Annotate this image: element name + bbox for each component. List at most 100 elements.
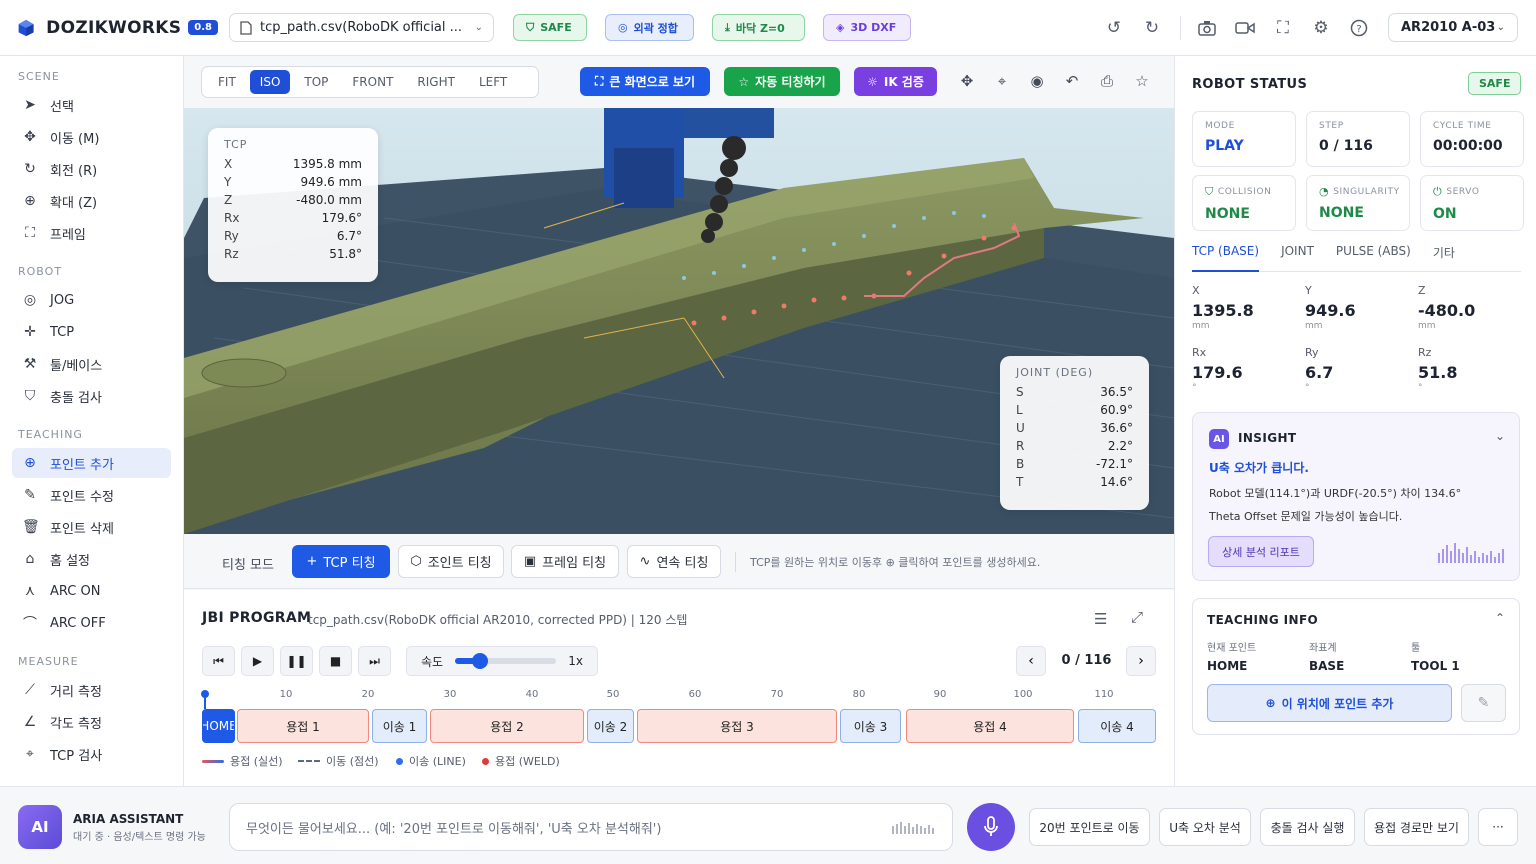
coord-tab-2[interactable]: PULSE (ABS) xyxy=(1336,242,1411,272)
snapshot-icon[interactable]: ⎙ xyxy=(1096,72,1118,94)
skip-back-button[interactable]: ⏮ xyxy=(202,646,235,676)
video-icon[interactable] xyxy=(1234,17,1256,39)
view-fit-button[interactable]: FIT xyxy=(208,70,246,94)
quick-action-3[interactable]: 용접 경로만 보기 xyxy=(1364,808,1469,846)
sidebar-item-2-0[interactable]: ⊕ 포인트 추가 xyxy=(12,448,171,478)
timeline-segment-0[interactable]: HOME xyxy=(202,709,235,743)
pause-button[interactable]: ❚❚ xyxy=(280,646,313,676)
chat-input[interactable]: 무엇이든 물어보세요... (예: '20번 포인트로 이동해줘', 'U축 오… xyxy=(229,803,953,851)
detail-report-button[interactable]: 상세 분석 리포트 xyxy=(1208,536,1314,567)
coord-unit: mm xyxy=(1418,321,1436,331)
speed-label: 속도 xyxy=(421,654,444,669)
status-chip-3[interactable]: ◈ 3D DXF xyxy=(823,14,911,41)
move-axis-icon[interactable]: ✥ xyxy=(956,72,978,94)
chevron-down-icon[interactable]: ⌄ xyxy=(1495,429,1505,443)
timeline-segment-5[interactable]: 용접 3 xyxy=(637,709,837,743)
redo-icon[interactable]: ↻ xyxy=(1141,17,1163,39)
skip-forward-button[interactable]: ⏭ xyxy=(358,646,391,676)
sidebar-item-2-4[interactable]: ⋏ ARC ON xyxy=(12,576,171,606)
view-right-button[interactable]: RIGHT xyxy=(407,70,465,94)
sidebar-item-3-1[interactable]: ∠ 각도 측정 xyxy=(12,707,171,737)
tcp-icon: ✛ xyxy=(24,324,36,340)
top-header: DOZIKWORKS 0.8 tcp_path.csv(RoboDK offic… xyxy=(0,0,1536,56)
status-card-label: MODE xyxy=(1205,121,1283,131)
sidebar-item-2-5[interactable]: ⌒ ARC OFF xyxy=(12,608,171,638)
sidebar-item-0-3[interactable]: ⊕ 확대 (Z) xyxy=(12,186,171,216)
favorite-icon[interactable]: ☆ xyxy=(1131,72,1153,94)
sidebar-item-1-2[interactable]: ⚒ 툴/베이스 xyxy=(12,349,171,379)
status-chip-0[interactable]: ⛉ SAFE xyxy=(513,14,587,41)
eye-icon[interactable]: ◉ xyxy=(1026,72,1048,94)
robot-selector[interactable]: AR2010 A-03 ⌄ xyxy=(1388,13,1518,42)
timeline-segment-7[interactable]: 용접 4 xyxy=(906,709,1074,743)
ik-verify-button[interactable]: ☼ IK 검증 xyxy=(854,67,937,96)
view-iso-button[interactable]: ISO xyxy=(249,70,291,94)
sidebar-item-3-2[interactable]: ⌖ TCP 검사 xyxy=(12,739,171,769)
sidebar-item-2-1[interactable]: ✎ 포인트 수정 xyxy=(12,480,171,510)
3d-viewport[interactable]: TCP X 1395.8 mm Y 949.6 mm Z -480.0 mm Rx 179.6… xyxy=(184,108,1174,534)
more-button[interactable]: ··· xyxy=(1478,808,1518,846)
crosshair-icon[interactable]: ⌖ xyxy=(991,72,1013,94)
sidebar-item-3-0[interactable]: ⟋ 거리 측정 xyxy=(12,675,171,705)
add-point-here-button[interactable]: ⊕ 이 위치에 포인트 추가 xyxy=(1207,684,1452,722)
sidebar-item-0-0[interactable]: ➤ 선택 xyxy=(12,90,171,120)
status-card-label-text: STEP xyxy=(1319,121,1344,131)
auto-teach-button[interactable]: ☆ 자동 티칭하기 xyxy=(724,67,840,96)
edit-point-button[interactable]: ✎ xyxy=(1461,684,1506,722)
fullscreen-view-button[interactable]: ⛶ 큰 화면으로 보기 xyxy=(580,67,710,96)
next-step-button[interactable]: › xyxy=(1126,646,1156,676)
sidebar-item-1-1[interactable]: ✛ TCP xyxy=(12,317,171,347)
waveform-icon xyxy=(1438,543,1504,563)
camera-icon[interactable] xyxy=(1196,17,1218,39)
speed-slider[interactable] xyxy=(455,653,557,669)
timeline-segment-6[interactable]: 이송 3 xyxy=(840,709,901,743)
timeline-segment-3[interactable]: 용접 2 xyxy=(430,709,584,743)
coord-tab-0[interactable]: TCP (BASE) xyxy=(1192,242,1260,272)
chevron-up-icon[interactable]: ⌃ xyxy=(1495,611,1505,625)
speed-slider-handle[interactable] xyxy=(472,653,489,669)
undo-icon[interactable]: ↺ xyxy=(1103,17,1125,39)
quick-action-0[interactable]: 20번 포인트로 이동 xyxy=(1029,808,1150,846)
teach-mode-button-3[interactable]: ∿ 연속 티칭 xyxy=(627,545,721,578)
coord-tab-1[interactable]: JOINT xyxy=(1281,242,1314,272)
app-name: DOZIKWORKS xyxy=(46,17,182,38)
status-card-value: 00:00:00 xyxy=(1433,138,1503,154)
prev-step-button[interactable]: ‹ xyxy=(1016,646,1046,676)
view-top-button[interactable]: TOP xyxy=(294,70,338,94)
timeline-segment-8[interactable]: 이송 4 xyxy=(1078,709,1156,743)
sidebar-item-2-3[interactable]: ⌂ 홈 설정 xyxy=(12,544,171,574)
status-card-label: STEP xyxy=(1319,121,1397,131)
sidebar-item-0-4[interactable]: ⛶ 프레임 xyxy=(12,218,171,248)
undo-view-icon[interactable]: ↶ xyxy=(1061,72,1083,94)
help-icon[interactable]: ? xyxy=(1348,17,1370,39)
file-selector[interactable]: tcp_path.csv(RoboDK official ... ⌄ xyxy=(229,13,494,42)
microphone-button[interactable] xyxy=(967,803,1015,851)
sidebar-item-1-0[interactable]: ◎ JOG xyxy=(12,285,171,315)
teach-mode-button-0[interactable]: + TCP 티칭 xyxy=(292,545,390,578)
fullscreen-icon[interactable]: ⛶ xyxy=(1272,17,1294,39)
quick-action-2[interactable]: 충돌 검사 실행 xyxy=(1260,808,1355,846)
sidebar-item-2-2[interactable]: 🗑 포인트 삭제 xyxy=(12,512,171,542)
view-front-button[interactable]: FRONT xyxy=(342,70,403,94)
coord-label: Rz xyxy=(1418,346,1432,359)
target-icon: ◎ xyxy=(618,21,628,34)
status-chip-2[interactable]: ⤓ 바닥 Z=0 xyxy=(712,14,805,41)
timeline-segment-1[interactable]: 용접 1 xyxy=(237,709,369,743)
gear-icon[interactable]: ⚙ xyxy=(1310,17,1332,39)
view-left-button[interactable]: LEFT xyxy=(469,70,517,94)
sidebar-item-0-1[interactable]: ✥ 이동 (M) xyxy=(12,122,171,152)
sidebar-item-0-2[interactable]: ↻ 회전 (R) xyxy=(12,154,171,184)
stop-button[interactable]: ■ xyxy=(319,646,352,676)
sidebar-item-1-3[interactable]: ⛉ 충돌 검사 xyxy=(12,381,171,411)
timeline-segment-4[interactable]: 이송 2 xyxy=(587,709,634,743)
overlay-value: 36.6° xyxy=(1100,421,1133,435)
expand-icon[interactable]: ⤢ xyxy=(1131,608,1143,626)
quick-action-1[interactable]: U축 오차 분석 xyxy=(1159,808,1251,846)
play-button[interactable]: ▶ xyxy=(241,646,274,676)
timeline-segment-2[interactable]: 이송 1 xyxy=(372,709,427,743)
teach-mode-button-1[interactable]: ⬡ 조인트 티칭 xyxy=(398,545,504,578)
coord-tab-3[interactable]: 기타 xyxy=(1433,242,1455,272)
status-chip-1[interactable]: ◎ 외곽 정합 xyxy=(605,14,694,41)
teach-mode-button-2[interactable]: ▣ 프레임 티칭 xyxy=(511,545,619,578)
list-icon[interactable]: ☰ xyxy=(1094,610,1107,628)
